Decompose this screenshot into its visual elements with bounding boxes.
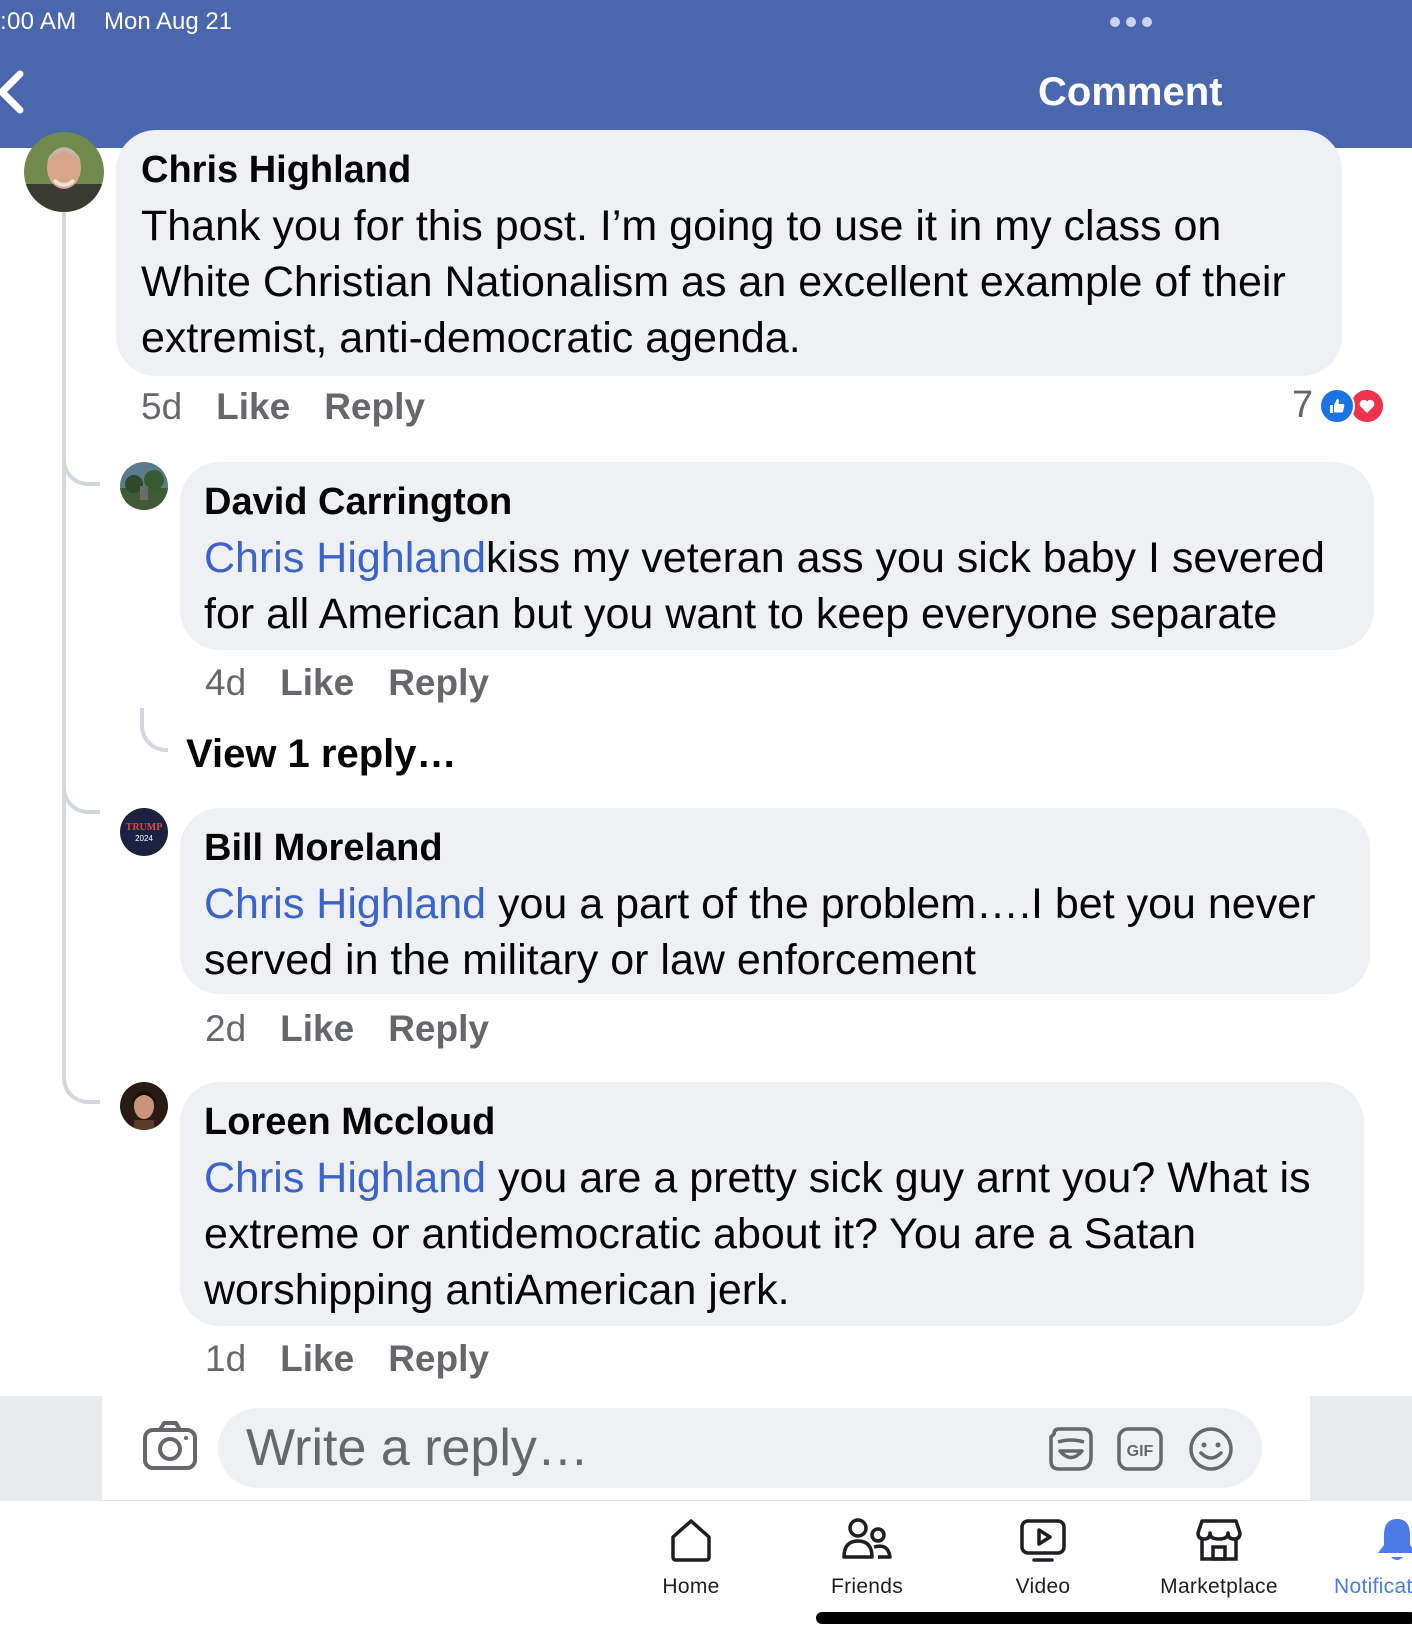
reply-time[interactable]: 1d xyxy=(205,1338,246,1380)
reply-author[interactable]: David Carrington xyxy=(204,480,1352,524)
bell-icon xyxy=(1378,1519,1412,1560)
reply-button[interactable]: Reply xyxy=(388,1338,489,1380)
home-icon xyxy=(671,1519,711,1562)
marketplace-icon xyxy=(1196,1519,1242,1561)
reply-bubble: David Carrington Chris Highlandkiss my v… xyxy=(180,462,1374,650)
comment-text: Thank you for this post. I’m going to us… xyxy=(141,202,1286,362)
sticker-icon[interactable] xyxy=(1046,1424,1096,1474)
tab-label: Friends xyxy=(830,1575,904,1598)
more-dots-icon[interactable] xyxy=(1110,17,1152,27)
like-button[interactable]: Like xyxy=(280,662,354,704)
like-button[interactable]: Like xyxy=(280,1338,354,1380)
comment-author[interactable]: Chris Highland xyxy=(141,148,1318,192)
status-date: Mon Aug 21 xyxy=(104,8,233,35)
thread-connector xyxy=(62,780,100,814)
avatar[interactable]: TRUMP 2024 xyxy=(120,808,168,856)
like-button[interactable]: Like xyxy=(216,386,290,428)
tab-marketplace[interactable]: Marketplace xyxy=(1134,1515,1304,1599)
reply-composer-inner: GIF xyxy=(102,1396,1310,1500)
thread-connector xyxy=(140,708,168,752)
comment-actions: 5d Like Reply xyxy=(141,386,459,428)
thread-connector xyxy=(62,1070,100,1104)
status-time: :00 AM xyxy=(0,8,77,35)
reply-composer: GIF xyxy=(0,1396,1412,1500)
avatar[interactable] xyxy=(24,132,104,212)
chevron-left-icon[interactable] xyxy=(0,62,32,122)
mention-link[interactable]: Chris Highland xyxy=(204,1154,486,1202)
home-indicator xyxy=(816,1612,1412,1624)
tab-video[interactable]: Video xyxy=(958,1515,1128,1599)
emoji-icon[interactable] xyxy=(1186,1424,1236,1474)
avatar[interactable] xyxy=(120,462,168,510)
reply-text: Chris Highland you a part of the problem… xyxy=(204,876,1348,988)
reply-bubble: Loreen Mccloud Chris Highland you are a … xyxy=(180,1082,1364,1326)
video-icon xyxy=(1020,1519,1066,1562)
avatar-badge-year: 2024 xyxy=(135,834,153,843)
reply-text: Chris Highlandkiss my veteran ass you si… xyxy=(204,530,1352,642)
thread-connector xyxy=(62,452,100,486)
tab-friends[interactable]: Friends xyxy=(782,1515,952,1599)
avatar[interactable] xyxy=(120,1082,168,1130)
tab-label: Home xyxy=(662,1575,720,1598)
friends-icon xyxy=(842,1518,892,1559)
reply-author[interactable]: Loreen Mccloud xyxy=(204,1100,1342,1144)
reaction-count: 7 xyxy=(1292,384,1314,426)
tab-label: Marketplace xyxy=(1160,1575,1278,1598)
reply-bubble: Bill Moreland Chris Highland you a part … xyxy=(180,808,1370,994)
reply-button[interactable]: Reply xyxy=(324,386,425,428)
reply-button[interactable]: Reply xyxy=(388,662,489,704)
reply-button[interactable]: Reply xyxy=(388,1008,489,1050)
like-reaction-icon xyxy=(1319,387,1356,424)
reply-time[interactable]: 4d xyxy=(205,662,246,704)
comment-bubble: Chris Highland Thank you for this post. … xyxy=(116,130,1342,376)
reply-time[interactable]: 2d xyxy=(205,1008,246,1050)
camera-icon[interactable] xyxy=(142,1420,198,1472)
tab-notifications[interactable]: Notificat xyxy=(1330,1515,1412,1599)
gif-label: GIF xyxy=(1127,1443,1154,1460)
reply-author[interactable]: Bill Moreland xyxy=(204,826,1348,870)
reply-actions: 4d Like Reply xyxy=(205,662,523,704)
thread-line xyxy=(62,212,66,1078)
gif-icon[interactable]: GIF xyxy=(1116,1424,1164,1474)
comment-time[interactable]: 5d xyxy=(141,386,182,428)
reply-text: Chris Highland you are a pretty sick guy… xyxy=(204,1150,1342,1318)
tab-label: Video xyxy=(1015,1575,1071,1598)
tab-label: Notificat xyxy=(1334,1575,1412,1598)
reply-actions: 1d Like Reply xyxy=(205,1338,523,1380)
reply-actions: 2d Like Reply xyxy=(205,1008,523,1050)
top-bar: :00 AM Mon Aug 21 Comment xyxy=(0,0,1412,148)
view-replies-link[interactable]: View 1 reply… xyxy=(186,732,457,777)
mention-link[interactable]: Chris Highland xyxy=(204,880,486,928)
mention-link[interactable]: Chris Highland xyxy=(204,534,486,582)
page-title: Comment xyxy=(1038,70,1223,114)
tab-home[interactable]: Home xyxy=(606,1515,776,1599)
reactions-summary[interactable]: 7 xyxy=(1292,384,1386,427)
reply-input[interactable] xyxy=(218,1408,1262,1488)
avatar-badge-text: TRUMP xyxy=(126,822,163,833)
like-button[interactable]: Like xyxy=(280,1008,354,1050)
